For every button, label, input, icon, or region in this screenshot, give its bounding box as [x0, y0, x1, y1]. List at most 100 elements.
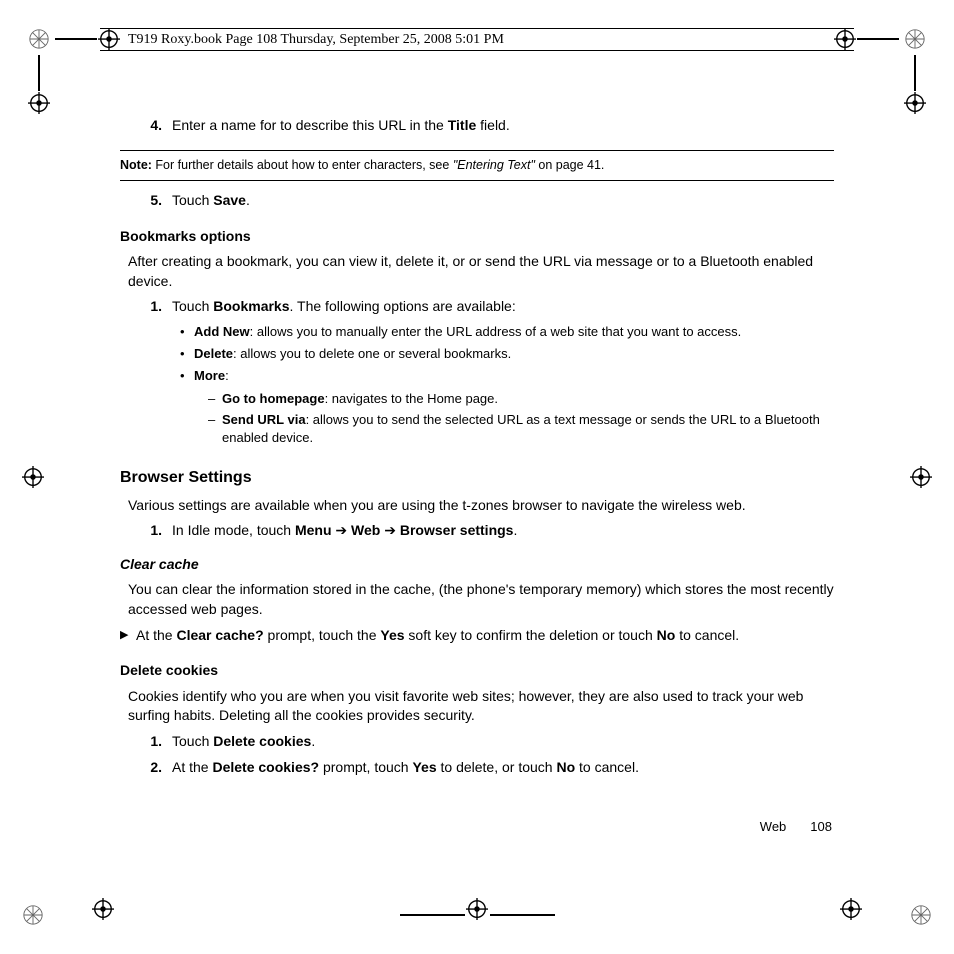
bold-term: No [657, 627, 676, 643]
bullet-add-new: • Add New: allows you to manually enter … [120, 323, 834, 341]
clear-cache-prompt: ▶ At the Clear cache? prompt, touch the … [120, 626, 834, 646]
text: For further details about how to enter c… [152, 158, 453, 172]
italic-reference: "Entering Text" [453, 158, 535, 172]
dash-icon: – [208, 390, 222, 408]
crosshair-icon [92, 898, 114, 926]
bold-term: Web [351, 522, 380, 538]
bold-term: Delete cookies [213, 733, 311, 749]
page-footer: Web108 [760, 818, 832, 836]
crop-bar [914, 55, 916, 91]
crop-bar [400, 914, 465, 916]
delete-cookies-heading: Delete cookies [120, 661, 834, 681]
step-text: Touch Bookmarks. The following options a… [172, 297, 834, 317]
footer-page-number: 108 [810, 819, 832, 834]
text: to delete, or touch [437, 759, 557, 775]
bullet-icon: • [180, 367, 194, 385]
crosshair-icon [904, 92, 926, 120]
text: : [225, 368, 229, 383]
triangle-icon: ▶ [120, 626, 136, 646]
crosshair-icon [98, 28, 120, 56]
bullet-delete: • Delete: allows you to delete one or se… [120, 345, 834, 363]
step-number: 2. [136, 758, 162, 778]
sub-bullet-send-url: – Send URL via: allows you to send the s… [120, 411, 834, 447]
note-label: Note: [120, 158, 152, 172]
text: . [246, 192, 250, 208]
text: prompt, touch [319, 759, 412, 775]
sub-bullet-homepage: – Go to homepage: navigates to the Home … [120, 390, 834, 408]
bold-term: No [556, 759, 575, 775]
browser-settings-heading: Browser Settings [120, 467, 834, 489]
text: : allows you to delete one or several bo… [233, 346, 511, 361]
crop-bar [38, 55, 40, 91]
bold-term: Add New [194, 324, 250, 339]
bold-term: Yes [380, 627, 404, 643]
text: on page 41. [535, 158, 605, 172]
bold-term: Browser settings [400, 522, 514, 538]
step-text: Touch Save. [172, 191, 834, 211]
page-header-text: T919 Roxy.book Page 108 Thursday, Septem… [128, 30, 504, 50]
bold-term: Bookmarks [213, 298, 289, 314]
text: At the [172, 759, 212, 775]
arrow-icon: ➔ [380, 522, 400, 538]
bold-term: Title [448, 117, 477, 133]
text: : allows you to send the selected URL as… [222, 412, 820, 445]
text: . [513, 522, 517, 538]
bullet-icon: • [180, 323, 194, 341]
step-number: 1. [136, 521, 162, 541]
delete-cookies-step-2: 2. At the Delete cookies? prompt, touch … [120, 758, 834, 778]
step-text: Enter a name for to describe this URL in… [172, 116, 834, 136]
crop-bar [55, 38, 97, 40]
text: to cancel. [575, 759, 639, 775]
crop-star-icon [904, 28, 926, 50]
crosshair-icon [910, 466, 932, 494]
crosshair-icon [22, 466, 44, 494]
header-rule [100, 28, 854, 29]
step-number: 4. [136, 116, 162, 136]
arrow-icon: ➔ [332, 522, 352, 538]
bookmarks-step-1: 1. Touch Bookmarks. The following option… [120, 297, 834, 317]
bookmarks-intro: After creating a bookmark, you can view … [120, 252, 834, 291]
text: . The following options are available: [290, 298, 516, 314]
crosshair-icon [840, 898, 862, 926]
crop-star-icon [22, 904, 44, 926]
delete-cookies-step-1: 1. Touch Delete cookies. [120, 732, 834, 752]
text: : allows you to manually enter the URL a… [250, 324, 742, 339]
step-4: 4. Enter a name for to describe this URL… [120, 116, 834, 136]
crop-star-icon [28, 28, 50, 50]
delete-cookies-text: Cookies identify who you are when you vi… [120, 687, 834, 726]
bullet-icon: • [180, 345, 194, 363]
clear-cache-heading: Clear cache [120, 555, 834, 575]
browser-step-1: 1. In Idle mode, touch Menu ➔ Web ➔ Brow… [120, 521, 834, 541]
bold-term: Save [213, 192, 246, 208]
crop-star-icon [910, 904, 932, 926]
step-number: 1. [136, 297, 162, 317]
step-5: 5. Touch Save. [120, 191, 834, 211]
bookmarks-options-heading: Bookmarks options [120, 227, 834, 247]
bold-term: Delete [194, 346, 233, 361]
text: : navigates to the Home page. [325, 391, 498, 406]
dash-icon: – [208, 411, 222, 447]
crosshair-icon [28, 92, 50, 120]
clear-cache-text: You can clear the information stored in … [120, 580, 834, 619]
text: . [311, 733, 315, 749]
bullet-more: • More: [120, 367, 834, 385]
bold-term: Go to homepage [222, 391, 325, 406]
text: Touch [172, 298, 213, 314]
text: Touch [172, 192, 213, 208]
bold-term: Delete cookies? [212, 759, 319, 775]
step-text: At the Delete cookies? prompt, touch Yes… [172, 758, 834, 778]
text: In Idle mode, touch [172, 522, 295, 538]
crosshair-icon [466, 898, 488, 926]
text: field. [476, 117, 509, 133]
note-block: Note: For further details about how to e… [120, 150, 834, 182]
step-number: 5. [136, 191, 162, 211]
text: Touch [172, 733, 213, 749]
text: At the [136, 627, 176, 643]
crop-bar [490, 914, 555, 916]
crop-bar [857, 38, 899, 40]
page-content: 4. Enter a name for to describe this URL… [120, 110, 834, 783]
text: soft key to confirm the deletion or touc… [405, 627, 657, 643]
bold-term: Menu [295, 522, 332, 538]
bold-term: Send URL via [222, 412, 306, 427]
browser-intro: Various settings are available when you … [120, 496, 834, 516]
